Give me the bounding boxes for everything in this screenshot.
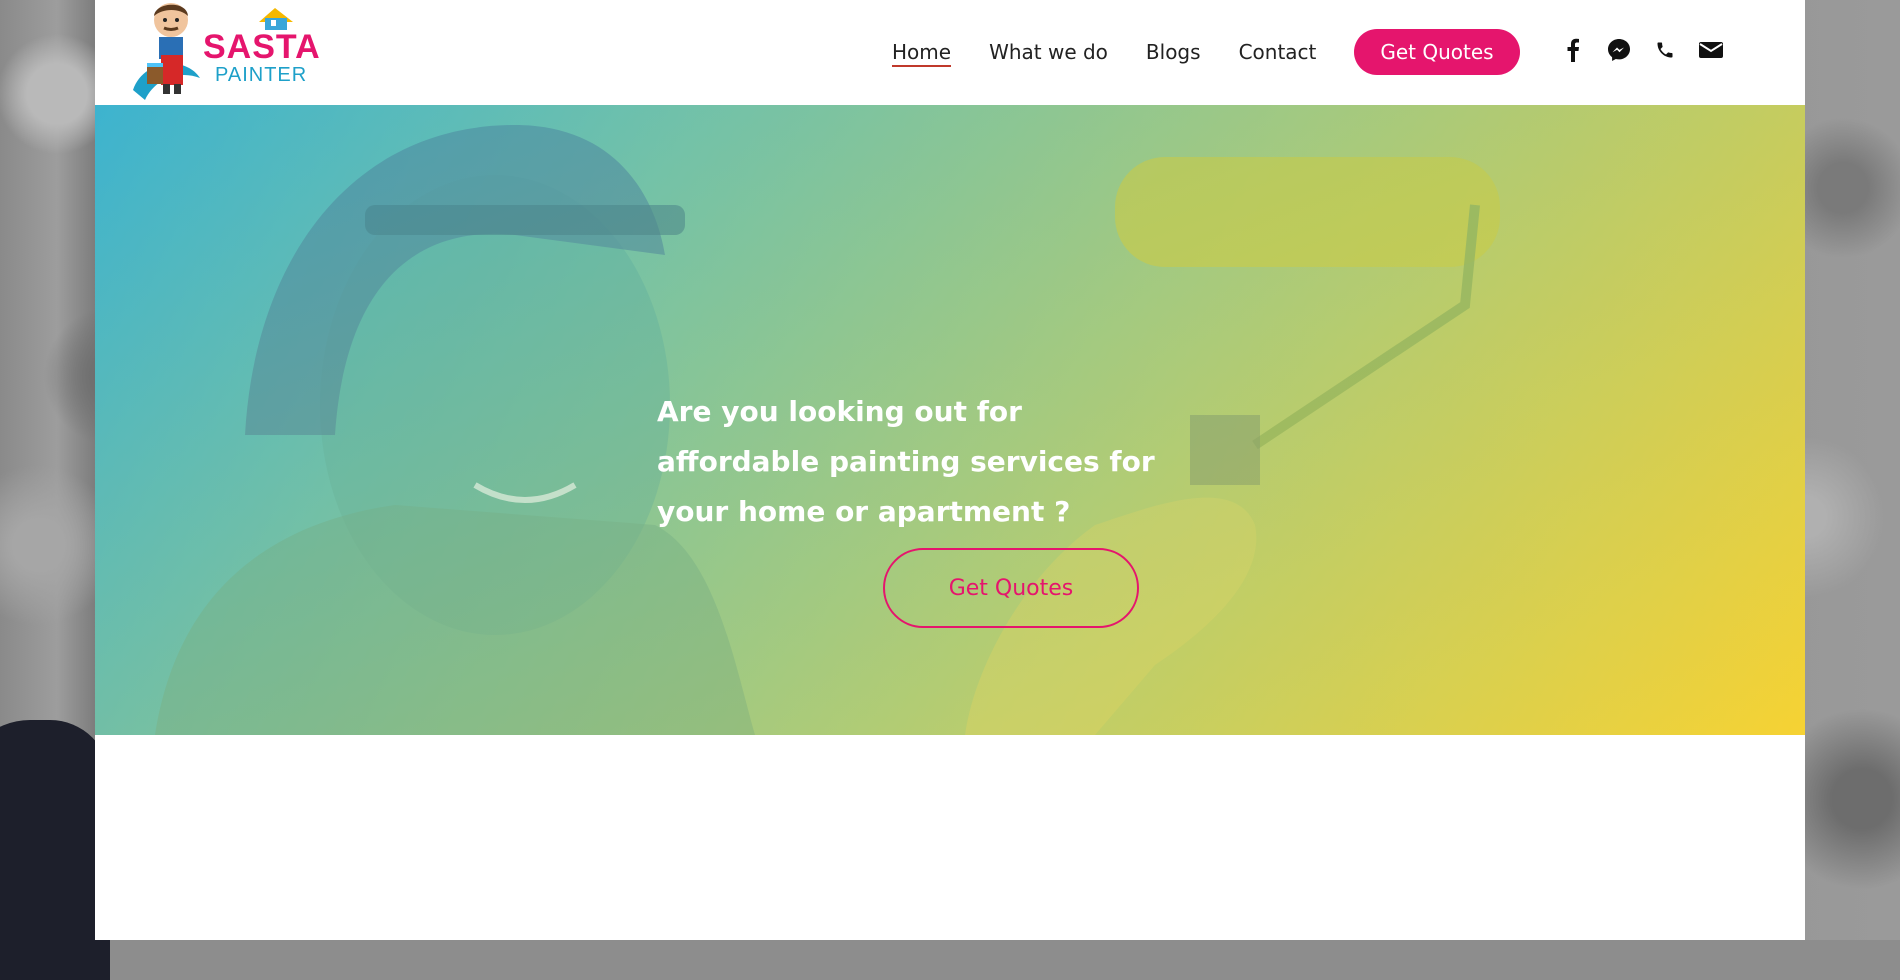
- nav-home[interactable]: Home: [892, 31, 952, 73]
- social-links: [1561, 38, 1723, 62]
- site-logo[interactable]: SASTA PAINTER: [125, 0, 325, 105]
- phone-icon[interactable]: [1653, 38, 1677, 62]
- email-icon[interactable]: [1699, 38, 1723, 62]
- background-shape: [0, 720, 110, 980]
- messenger-icon[interactable]: [1607, 38, 1631, 62]
- logo-text-secondary: PAINTER: [215, 64, 308, 86]
- main-nav: Home What we do Blogs Contact Get Quotes: [892, 29, 1520, 75]
- hero-headline: Are you looking out for affordable paint…: [657, 395, 1155, 528]
- site-header: SASTA PAINTER Home What we do Blogs Cont…: [95, 0, 1805, 105]
- nav-what-we-do[interactable]: What we do: [989, 31, 1108, 73]
- nav-contact[interactable]: Contact: [1239, 31, 1317, 73]
- hero-banner: Are you looking out for affordable paint…: [95, 105, 1805, 735]
- facebook-icon[interactable]: [1561, 38, 1585, 62]
- header-get-quotes-button[interactable]: Get Quotes: [1354, 29, 1520, 75]
- nav-blogs[interactable]: Blogs: [1146, 31, 1201, 73]
- logo-text-primary: SASTA: [203, 28, 321, 66]
- page-container: SASTA PAINTER Home What we do Blogs Cont…: [95, 0, 1805, 940]
- hero-get-quotes-button[interactable]: Get Quotes: [883, 548, 1139, 628]
